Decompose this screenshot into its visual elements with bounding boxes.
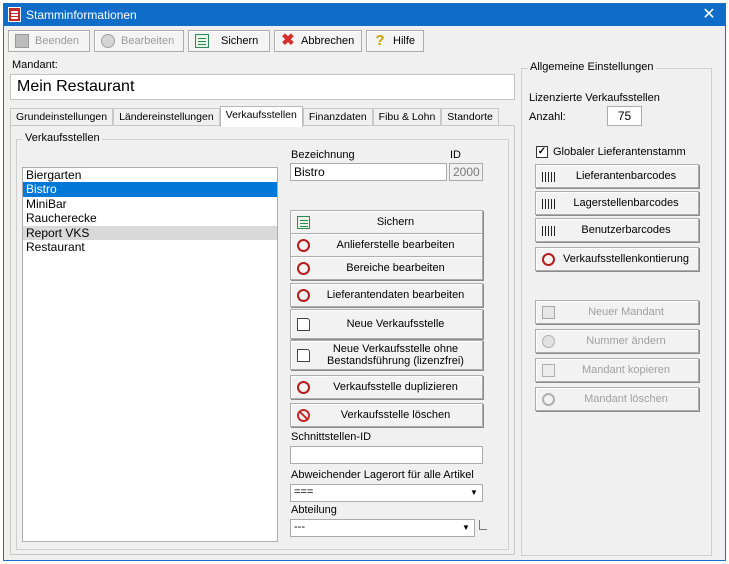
mandant-label: Mandant: (12, 59, 58, 71)
global-lieferanten-label: Globaler Lieferantenstamm (553, 146, 686, 158)
edit-ring-icon (297, 262, 310, 275)
verkaufsstellen-list[interactable]: Biergarten Bistro MiniBar Raucherecke Re… (22, 167, 278, 542)
id-field: 2000 (449, 163, 483, 181)
main-window: Stamminformationen ✕ Beenden Bearbeiten … (3, 3, 726, 561)
neue-verkaufsstelle-button[interactable]: Neue Verkaufsstelle (290, 309, 483, 339)
bearbeiten-button[interactable]: Bearbeiten (94, 30, 184, 52)
anzahl-label: Anzahl: (529, 111, 566, 123)
bezeichnung-label: Bezeichnung (291, 149, 355, 161)
lizenz-label: Lizenzierte Verkaufsstellen (529, 92, 660, 104)
anzahl-field[interactable]: 75 (607, 106, 642, 126)
lagerstellenbarcodes-button[interactable]: Lagerstellenbarcodes (535, 191, 699, 215)
lieferantendaten-button[interactable]: Lieferantendaten bearbeiten (290, 283, 483, 307)
mandant-loeschen-button[interactable]: Mandant löschen (535, 387, 699, 411)
list-item[interactable]: Restaurant (23, 240, 277, 254)
save-icon (195, 34, 209, 48)
anlieferstelle-button[interactable]: Anlieferstelle bearbeiten (290, 233, 483, 257)
duplizieren-button[interactable]: Verkaufsstelle duplizieren (290, 375, 483, 399)
tab-verkaufsstellen[interactable]: Verkaufsstellen (219, 106, 303, 127)
lagerort-label: Abweichender Lagerort für alle Artikel (291, 469, 474, 481)
kontierung-button[interactable]: Verkaufsstellenkontierung (535, 247, 699, 271)
delete-icon (297, 409, 310, 422)
nummer-aendern-button[interactable]: Nummer ändern (535, 329, 699, 353)
lagerort-select[interactable]: === ▼ (290, 484, 483, 502)
help-icon: ? (375, 32, 385, 49)
tab-bar: Grundeinstellungen Ländereinstellungen V… (10, 106, 499, 127)
mandant-kopieren-button[interactable]: Mandant kopieren (535, 358, 699, 382)
beenden-button[interactable]: Beenden (8, 30, 90, 52)
window-title: Stamminformationen (26, 8, 137, 22)
edit-icon (101, 34, 115, 48)
close-button[interactable]: ✕ (693, 4, 725, 26)
allgemein-group-label: Allgemeine Einstellungen (528, 61, 656, 73)
list-item[interactable]: Report VKS (23, 225, 277, 240)
new-document-icon (297, 318, 310, 331)
lieferantenbarcodes-button[interactable]: Lieferantenbarcodes (535, 164, 699, 188)
chevron-down-icon: ▼ (470, 488, 478, 497)
schnittstellen-input[interactable] (290, 446, 483, 464)
save-icon (297, 216, 310, 229)
exit-icon (15, 34, 29, 48)
list-item[interactable]: MiniBar (23, 197, 277, 211)
barcode-icon (542, 199, 555, 209)
delete-icon (542, 393, 555, 406)
cancel-icon: ✖ (281, 32, 295, 49)
list-item[interactable]: Bistro (23, 182, 277, 197)
new-document-icon (297, 349, 310, 362)
loeschen-button[interactable]: Verkaufsstelle löschen (290, 403, 483, 427)
neuer-mandant-button[interactable]: Neuer Mandant (535, 300, 699, 324)
barcode-icon (542, 226, 555, 236)
neue-verkaufsstelle-ohne-button[interactable]: Neue Verkaufsstelle ohne Bestandsführung… (290, 340, 483, 370)
verkaufsstellen-group-label: Verkaufsstellen (23, 132, 102, 144)
copy-icon (542, 364, 555, 377)
abteilung-label: Abteilung (291, 504, 337, 516)
number-icon (542, 335, 555, 348)
mandant-field[interactable]: Mein Restaurant (10, 74, 515, 100)
abbrechen-button[interactable]: ✖ Abbrechen (274, 30, 362, 52)
global-lieferanten-checkbox[interactable]: ✓ (536, 146, 548, 158)
id-label: ID (450, 149, 461, 161)
edit-ring-icon (297, 239, 310, 252)
barcode-icon (542, 172, 555, 182)
bezeichnung-input[interactable]: Bistro (290, 163, 447, 181)
edit-ring-icon (297, 289, 310, 302)
app-icon (8, 7, 21, 22)
hilfe-button[interactable]: ? Hilfe (366, 30, 424, 52)
duplicate-ring-icon (297, 381, 310, 394)
abteilung-select[interactable]: --- ▼ (290, 519, 475, 537)
toolbar-save-button[interactable]: Sichern (188, 30, 270, 52)
new-icon (542, 306, 555, 319)
list-item[interactable]: Biergarten (23, 168, 277, 182)
resize-corner-icon (479, 520, 487, 530)
benutzerbarcodes-button[interactable]: Benutzerbarcodes (535, 218, 699, 242)
schnittstellen-label: Schnittstellen-ID (291, 431, 372, 443)
chevron-down-icon: ▼ (462, 523, 470, 532)
vks-save-button[interactable]: Sichern (290, 210, 483, 234)
edit-ring-icon (542, 253, 555, 266)
title-bar: Stamminformationen ✕ (4, 4, 725, 26)
list-item[interactable]: Raucherecke (23, 211, 277, 225)
bereiche-button[interactable]: Bereiche bearbeiten (290, 256, 483, 280)
